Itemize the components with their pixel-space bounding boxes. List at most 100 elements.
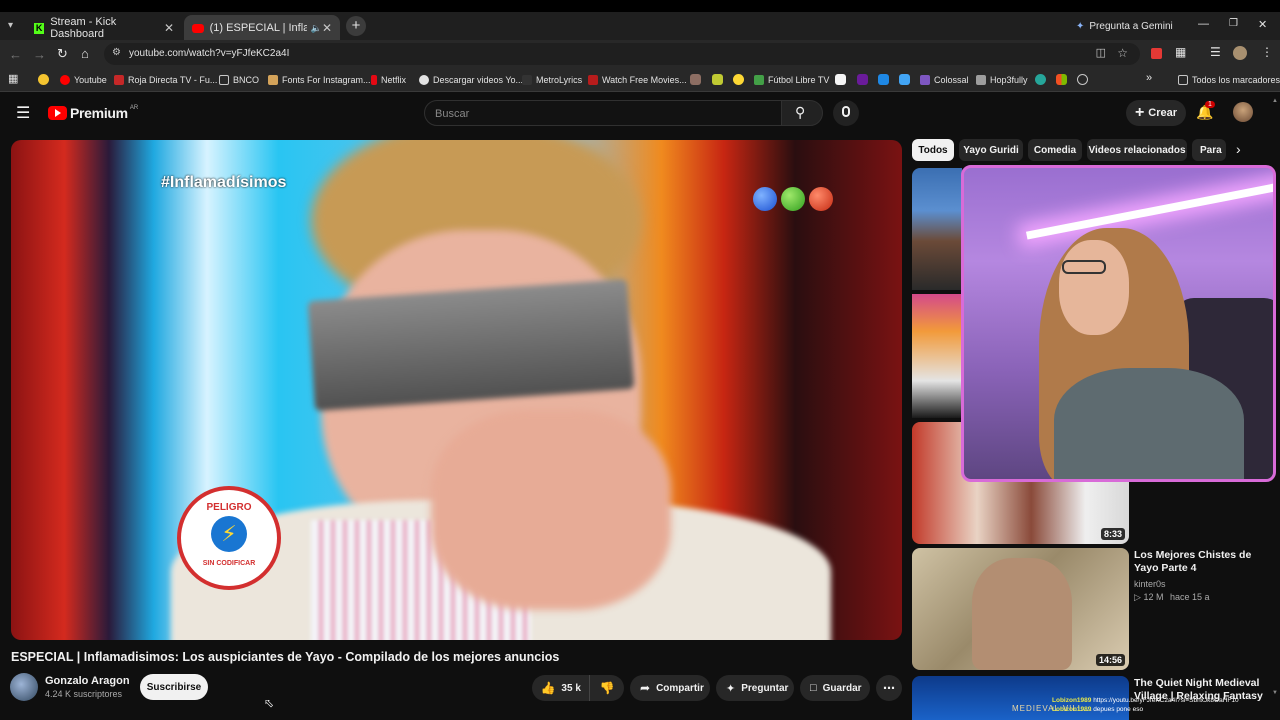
dislike-button[interactable]: 👎 bbox=[590, 675, 624, 701]
chips-next-icon[interactable]: › bbox=[1236, 141, 1241, 157]
bookmark-label: Fonts For Instagram... bbox=[282, 75, 371, 85]
notifications-button[interactable]: 🔔 1 bbox=[1196, 101, 1215, 121]
bookmark-watch-free-movies[interactable]: Watch Free Movies... bbox=[588, 72, 687, 88]
home-icon[interactable]: ⌂ bbox=[81, 46, 89, 61]
chip-para-ti[interactable]: Para bbox=[1192, 139, 1226, 161]
close-window-button[interactable]: ✕ bbox=[1258, 18, 1267, 31]
recommendation-thumb-2[interactable] bbox=[912, 294, 962, 418]
recommendation-title[interactable]: Los Mejores Chistes de Yayo Parte 4 bbox=[1134, 549, 1270, 575]
extensions-puzzle-icon[interactable]: ▦ bbox=[1175, 45, 1186, 59]
bookmark-icon-c[interactable] bbox=[733, 74, 744, 85]
channel-avatar[interactable] bbox=[10, 673, 38, 701]
share-button[interactable]: ➦ Compartir bbox=[630, 675, 710, 701]
all-bookmarks-label: Todos los marcadores bbox=[1192, 75, 1280, 85]
ask-button[interactable]: ✦ Preguntar bbox=[716, 675, 794, 701]
speaker-icon[interactable]: 🔈 bbox=[311, 23, 322, 34]
browser-menu-icon[interactable]: ⋮ bbox=[1261, 45, 1273, 59]
install-app-icon[interactable]: ◫ bbox=[1096, 46, 1106, 59]
more-bookmarks-icon[interactable]: » bbox=[1146, 72, 1152, 84]
like-dislike-group: 👍 35 k 👎 bbox=[532, 675, 624, 701]
restore-button[interactable]: ❐ bbox=[1229, 18, 1238, 29]
gemini-button[interactable]: ✦ Pregunta a Gemini bbox=[1076, 16, 1173, 36]
like-button[interactable]: 👍 35 k bbox=[532, 675, 591, 701]
recommendation-thumb-1[interactable] bbox=[912, 168, 962, 290]
bookmark-star-icon[interactable]: ☆ bbox=[1117, 46, 1128, 60]
scroll-up-icon[interactable]: ▲ bbox=[1272, 98, 1278, 104]
thumbs-up-icon: 👍 bbox=[540, 681, 556, 695]
youtube-premium-logo[interactable]: Premium AR bbox=[48, 105, 138, 121]
scroll-down-icon[interactable]: ▼ bbox=[1272, 690, 1278, 696]
close-icon[interactable]: ✕ bbox=[322, 21, 332, 35]
chip-videos-relacionados[interactable]: Videos relacionados bbox=[1087, 139, 1187, 161]
recommendation-channel[interactable]: kinter0s bbox=[1134, 579, 1166, 589]
save-button[interactable]: □ Guardar bbox=[800, 675, 870, 701]
bookmark-icon-h[interactable] bbox=[1035, 74, 1046, 85]
back-icon[interactable]: ← bbox=[9, 47, 22, 62]
bookmark-hop3fully[interactable]: Hop3fully bbox=[976, 72, 1028, 88]
recommendation-thumb-4[interactable]: 14:56 bbox=[912, 548, 1129, 670]
bookmark-futbol-libre[interactable]: Fútbol Libre TV bbox=[754, 72, 829, 88]
forward-icon[interactable]: → bbox=[33, 47, 46, 62]
bookmark-bnco[interactable]: BNCO bbox=[219, 72, 259, 88]
chip-yayo-guridi[interactable]: Yayo Guridi bbox=[959, 139, 1023, 161]
new-tab-button[interactable]: + bbox=[346, 16, 366, 36]
search-box[interactable]: Buscar bbox=[424, 100, 782, 126]
minimize-button[interactable]: — bbox=[1198, 18, 1209, 30]
duration-badge: 14:56 bbox=[1095, 654, 1125, 666]
bookmark-netflix[interactable]: Netflix bbox=[371, 72, 406, 88]
bookmark-label: Watch Free Movies... bbox=[602, 75, 687, 85]
like-count: 35 k bbox=[561, 682, 581, 694]
bookmark-icon-i[interactable] bbox=[1056, 74, 1067, 85]
search-button[interactable]: ⚲ bbox=[781, 100, 823, 126]
plus-icon: + bbox=[1134, 104, 1145, 121]
chat-text: https://youtu.be/yFJfeKC2a4I?si=SbnxJk8O… bbox=[1093, 697, 1239, 704]
bookmark-icon-d[interactable] bbox=[835, 74, 846, 85]
chat-overlay: Lobizon1989 https://youtu.be/yFJfeKC2a4I… bbox=[1052, 696, 1280, 714]
chip-label: Comedia bbox=[1033, 144, 1077, 156]
apps-grid-icon[interactable]: ▦ bbox=[8, 72, 18, 85]
page-scrollbar[interactable]: ▲ ▼ bbox=[1272, 98, 1278, 698]
tab-kick-dashboard[interactable]: K Stream - Kick Dashboard ✕ bbox=[26, 15, 182, 41]
chip-todos[interactable]: Todos bbox=[912, 139, 954, 161]
chip-comedia[interactable]: Comedia bbox=[1028, 139, 1082, 161]
bookmark-fonts[interactable]: Fonts For Instagram... bbox=[268, 72, 371, 88]
bookmark-icon-a[interactable] bbox=[690, 74, 701, 85]
bookmark-icon-b[interactable] bbox=[712, 74, 723, 85]
subscribe-button[interactable]: Suscribirse bbox=[140, 674, 208, 700]
hamburger-menu-icon[interactable]: ☰ bbox=[16, 103, 30, 123]
channel-name[interactable]: Gonzalo Aragon bbox=[45, 675, 130, 687]
close-icon[interactable]: ✕ bbox=[164, 21, 174, 35]
bookmark-icon-f[interactable] bbox=[878, 74, 889, 85]
create-button[interactable]: + Crear bbox=[1126, 100, 1186, 126]
bookmark-icon-g[interactable] bbox=[899, 74, 910, 85]
notification-count-badge: 1 bbox=[1205, 101, 1215, 108]
url-field[interactable]: ⚙ youtube.com/watch?v=yFJfeKC2a4I ◫ ☆ bbox=[104, 43, 1140, 65]
address-bar-row: ← → ↻ ⌂ ⚙ youtube.com/watch?v=yFJfeKC2a4… bbox=[0, 40, 1280, 68]
bookmark-icon-j[interactable] bbox=[1077, 74, 1088, 85]
voice-search-button[interactable] bbox=[833, 100, 859, 126]
video-player[interactable]: #Inflamadísimos PELIGRO ⚡ SIN CODIFICAR bbox=[11, 140, 902, 640]
bookmark-descargar-videos[interactable]: Descargar videos Yo... bbox=[419, 72, 523, 88]
person-figure bbox=[972, 558, 1072, 670]
all-bookmarks-folder[interactable]: Todos los marcadores bbox=[1178, 72, 1280, 88]
emoji-bookmark-icon[interactable] bbox=[38, 74, 49, 85]
gemini-icon: ✦ bbox=[1076, 20, 1085, 32]
media-controls-icon[interactable]: ☰ bbox=[1210, 45, 1221, 59]
account-avatar[interactable] bbox=[1233, 102, 1253, 122]
bookmark-metrolyrics[interactable]: MetroLyrics bbox=[522, 72, 582, 88]
bookmark-icon-e[interactable] bbox=[857, 74, 868, 85]
tab-search-icon[interactable]: ▾ bbox=[8, 20, 13, 31]
bookmark-youtube[interactable]: Youtube bbox=[60, 72, 107, 88]
ask-label: Preguntar bbox=[741, 682, 789, 694]
webcam-overlay bbox=[961, 165, 1276, 482]
profile-avatar-icon[interactable] bbox=[1233, 46, 1247, 60]
bookmark-colossal[interactable]: Colossal bbox=[920, 72, 969, 88]
extension-red-icon[interactable] bbox=[1151, 48, 1162, 59]
tab-youtube-video[interactable]: (1) ESPECIAL | Inflamadisim 🔈 ✕ bbox=[184, 15, 340, 41]
youtube-icon bbox=[192, 23, 204, 33]
bookmark-roja-directa[interactable]: Roja Directa TV - Fu... bbox=[114, 72, 217, 88]
reload-icon[interactable]: ↻ bbox=[57, 46, 68, 62]
more-actions-button[interactable]: ⋯ bbox=[876, 675, 902, 701]
subscriber-count: 4.24 K suscriptores bbox=[45, 689, 123, 699]
site-info-icon[interactable]: ⚙ bbox=[112, 47, 121, 58]
